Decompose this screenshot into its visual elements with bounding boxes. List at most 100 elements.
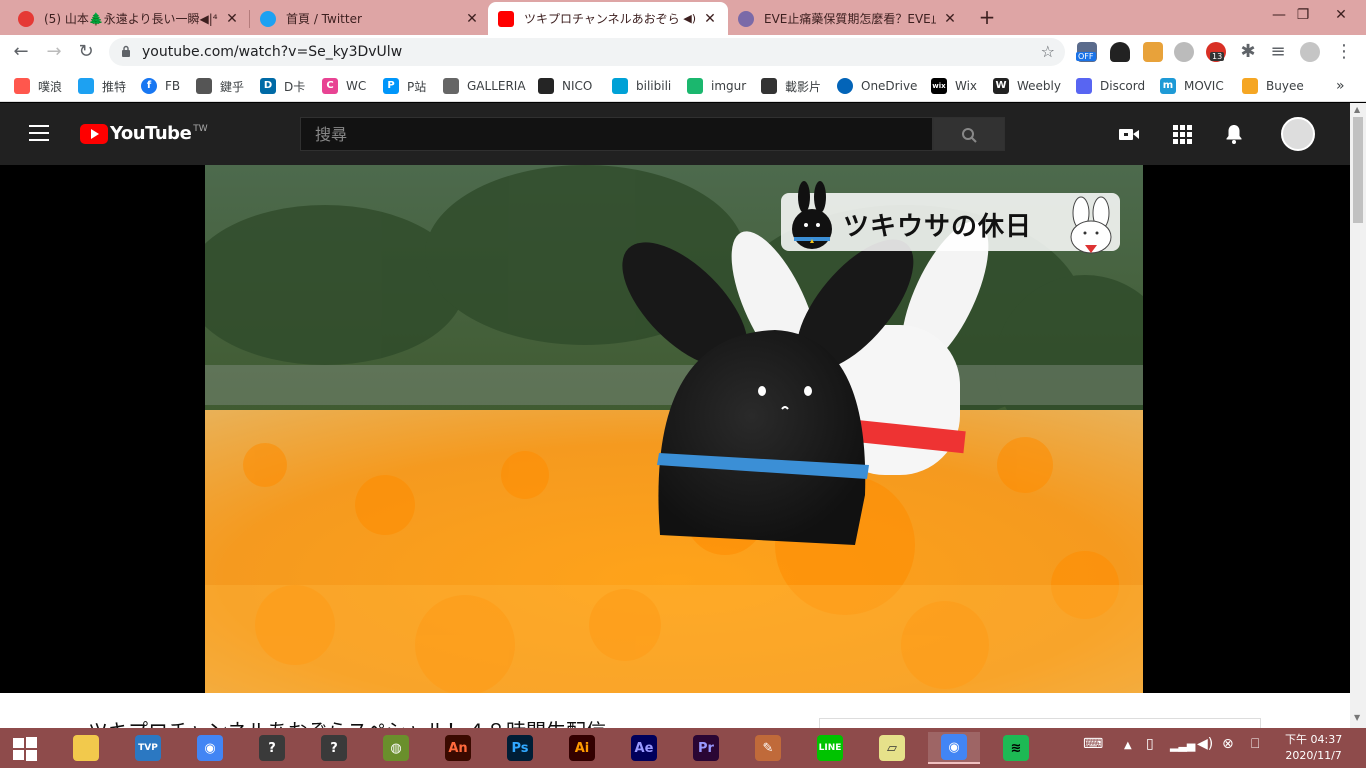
taskbar-app-sticky-notes[interactable]: ▱ [866,732,918,764]
address-bar[interactable]: youtube.com/watch?v=Se_ky3DvUlw ☆ [109,38,1065,66]
plurk-favicon-icon [18,10,34,27]
ime-status-icon[interactable]: ⊗ [1222,736,1234,752]
taskbar-app-chrome-active[interactable]: ◉ [928,732,980,764]
off-badge: OFF [1076,52,1096,61]
chrome-menu-icon[interactable]: ⋮ [1332,40,1356,64]
youtube-header: YouTube TW [0,103,1350,165]
close-tab-icon[interactable]: ✕ [942,11,958,27]
media-control-icon[interactable]: ≡ [1266,40,1290,64]
bookmark-label: 推特 [102,79,127,94]
create-video-icon[interactable] [1117,122,1141,146]
bookmark-fb[interactable]: f FB [141,76,180,96]
taskbar-app-illustrator[interactable]: Ai [556,732,608,764]
bookmarks-overflow-button[interactable]: » [1336,76,1345,96]
extension-blocks-icon[interactable] [1143,42,1163,62]
site-favicon-icon [738,10,754,27]
notifications-bell-icon[interactable] [1222,122,1246,146]
taskbar-app-clip-studio-1[interactable]: ? [246,732,298,764]
bookmark-discord[interactable]: Discord [1076,76,1145,96]
scrollbar-thumb[interactable] [1353,117,1363,223]
extension-ninja-icon[interactable] [1110,42,1130,62]
taskbar-app-file-explorer[interactable]: ▭ [60,732,112,764]
extension-speed-icon[interactable]: OFF [1076,42,1097,62]
system-clock[interactable]: 下午 04:37 2020/11/7 [1285,732,1342,764]
taskbar-app-after-effects[interactable]: Ae [618,732,670,764]
bookmark-download[interactable]: 載影片 [761,76,821,96]
search-button[interactable] [933,117,1005,151]
bookmark-twitter[interactable]: 推特 [78,76,126,96]
taskbar-app-clip-studio-2[interactable]: ? [308,732,360,764]
extensions-puzzle-icon[interactable]: ✱ [1236,40,1260,64]
bookmark-wix[interactable]: wix Wix [931,76,977,96]
bookmark-weebly[interactable]: W Weebly [993,76,1061,96]
tab-2[interactable]: 首頁 / Twitter ✕ [250,2,490,35]
windows-start-icon[interactable] [12,736,38,762]
scroll-up-icon[interactable]: ▲ [1354,105,1360,114]
bookmark-star-icon[interactable]: ☆ [1041,42,1055,61]
taskbar-app-chrome[interactable]: ◉ [184,732,236,764]
bookmark-movic[interactable]: m MOVIC [1160,76,1224,96]
reload-button[interactable]: ↻ [74,40,98,64]
bookmark-galleria[interactable]: GALLERIA [443,76,526,96]
bookmark-dcard[interactable]: D D卡 [260,76,305,96]
notifications-center-icon[interactable]: ⎕ [1251,736,1259,752]
bookmark-plurk[interactable]: 噗浪 [14,76,62,96]
taskbar-app-spotify[interactable]: ≋ [990,732,1042,764]
device-icon[interactable]: ▯ [1146,736,1154,752]
extension-notification-icon[interactable]: 13 [1206,42,1226,62]
close-tab-icon[interactable]: ✕ [224,11,240,27]
new-tab-button[interactable]: + [976,6,998,28]
tab-3-active[interactable]: ツキプロチャンネルあおぞら ◀) ✕ [488,2,728,35]
taskbar-app-game[interactable]: ◍ [370,732,422,764]
close-tab-icon[interactable]: ✕ [702,11,718,27]
bookmark-pixiv[interactable]: P P站 [383,76,426,96]
bookmark-label: P站 [407,79,427,94]
bookmark-wc[interactable]: C WC [322,76,366,96]
bookmark-label: OneDrive [861,79,918,93]
bookmark-imgur[interactable]: imgur [687,76,746,96]
taskbar-app-premiere[interactable]: Pr [680,732,732,764]
profile-avatar-icon[interactable] [1300,42,1320,62]
tab-1[interactable]: (5) 山本🌲永遠より長い一瞬◀|⁴⁶ ✕ [8,2,250,35]
apps-grid-icon[interactable] [1170,122,1194,146]
search-field[interactable] [300,117,933,151]
bookmark-label: MOVIC [1184,79,1224,93]
search-input[interactable] [301,118,932,150]
bookmark-buyee[interactable]: Buyee [1242,76,1304,96]
bookmark-nico[interactable]: NICO [538,76,592,96]
bookmark-bilibili[interactable]: bilibili [612,76,671,96]
region-code: TW [193,123,208,134]
overlay-caption-text: ツキウサの休日 [843,212,1033,242]
video-player[interactable]: ツキウサの休日 [205,165,1143,693]
extension-link-icon[interactable] [1174,42,1194,62]
bookmark-label: GALLERIA [467,79,526,93]
bookmark-onedrive[interactable]: OneDrive [837,76,917,96]
scroll-down-icon[interactable]: ▼ [1354,713,1360,722]
bookmark-avatar[interactable]: 鍵乎 [196,76,244,96]
keyboard-icon[interactable]: ⌨ [1083,736,1103,752]
show-hidden-icons-icon[interactable]: ▲ [1124,740,1132,751]
forward-button[interactable]: → [42,40,66,64]
page-scrollbar[interactable]: ▲ ▼ [1350,103,1366,728]
network-icon[interactable]: ▂▃▅ [1170,739,1195,752]
back-button[interactable]: ← [9,40,33,64]
taskbar-app-tvp[interactable]: TVP [122,732,174,764]
menu-icon[interactable] [29,125,49,143]
taskbar-app-photoshop[interactable]: Ps [494,732,546,764]
tab-4[interactable]: EVE止痛藥保質期怎麼看？EVE止 ✕ [728,2,968,35]
youtube-logo[interactable]: YouTube TW [80,123,208,144]
audio-playing-icon[interactable]: ◀) [683,12,696,25]
white-rabbit-mascot-icon [1070,196,1112,254]
close-window-button[interactable]: ✕ [1318,0,1364,30]
browser-toolbar: ← → ↻ youtube.com/watch?v=Se_ky3DvUlw ☆ … [0,35,1366,69]
user-avatar[interactable] [1281,117,1315,151]
taskbar-app-animate[interactable]: An [432,732,484,764]
taskbar-app-paint[interactable]: ✎ [742,732,794,764]
bookmark-label: bilibili [636,79,672,93]
movic-icon: m [1160,78,1176,94]
bookmark-label: WC [346,79,367,93]
photoshop-icon: Ps [507,735,533,761]
volume-icon[interactable]: ◀) [1197,736,1213,752]
close-tab-icon[interactable]: ✕ [464,11,480,27]
taskbar-app-line[interactable]: LINE [804,732,856,764]
